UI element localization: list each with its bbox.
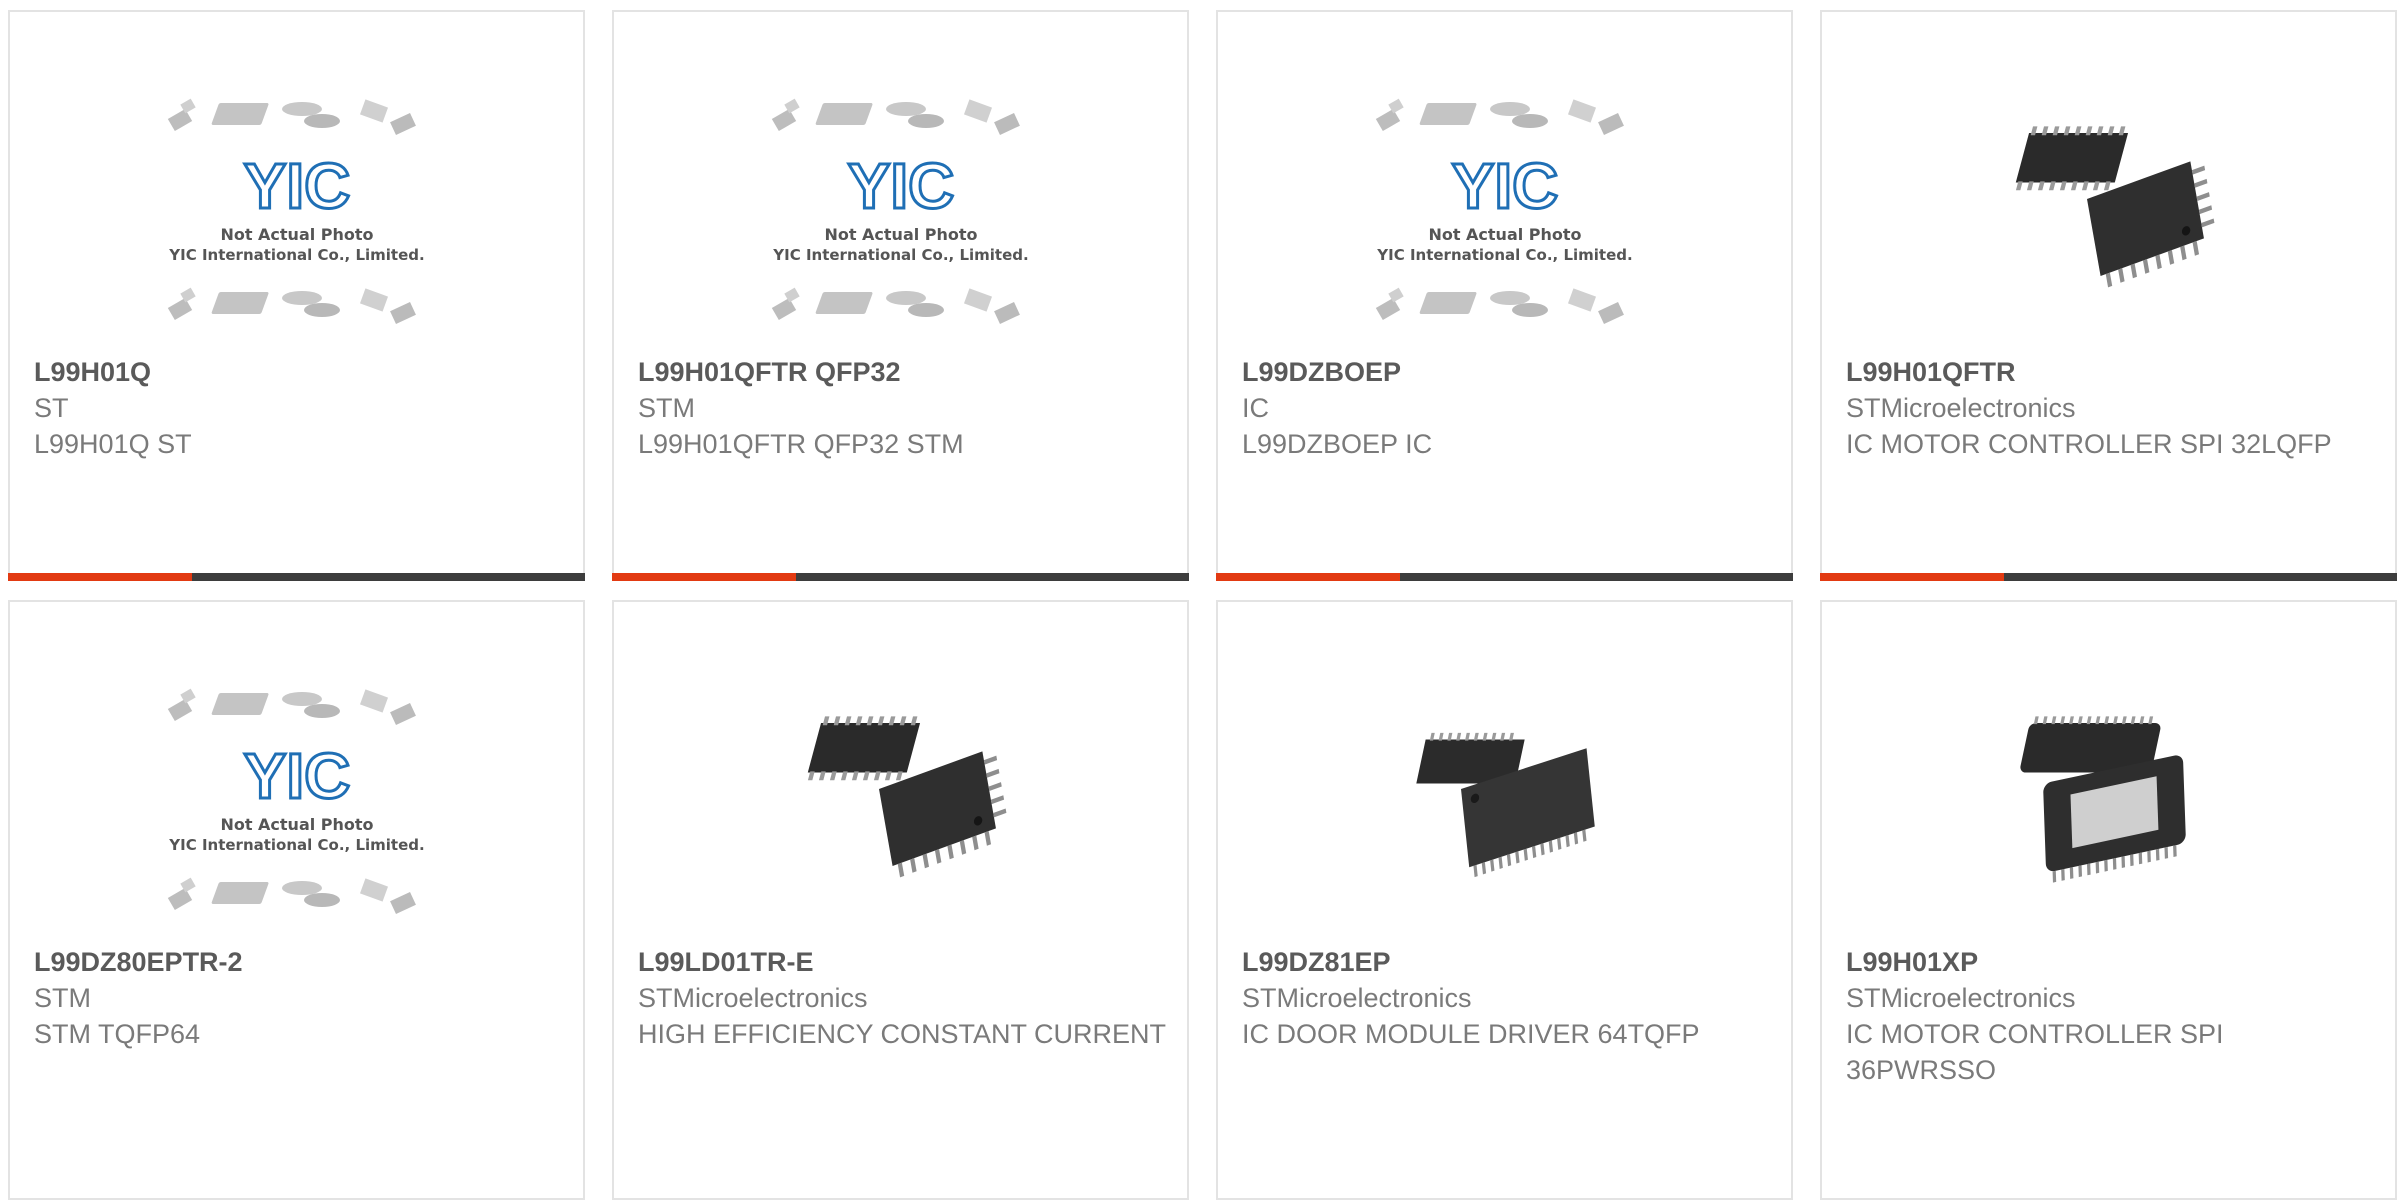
- placeholder-image: YIC Not Actual Photo YIC International C…: [771, 98, 1028, 324]
- yic-logo-icon: YIC: [243, 740, 350, 812]
- yic-logo-icon: YIC: [243, 150, 350, 222]
- card-bottom-bar: [1820, 573, 2397, 581]
- manufacturer: STMicroelectronics: [638, 983, 868, 1013]
- placeholder-image: YIC Not Actual Photo YIC International C…: [167, 98, 424, 324]
- part-number[interactable]: L99H01XP: [1846, 944, 2375, 980]
- qfp32-chip-image: [791, 690, 1011, 910]
- part-number[interactable]: L99H01QFTR QFP32: [638, 354, 1167, 390]
- card-bottom-bar: [1216, 573, 1793, 581]
- manufacturer: STMicroelectronics: [1846, 983, 2076, 1013]
- product-card[interactable]: YIC Not Actual Photo YIC International C…: [8, 600, 585, 1200]
- product-image[interactable]: YIC Not Actual Photo YIC International C…: [1218, 74, 1791, 346]
- part-number[interactable]: L99H01QFTR: [1846, 354, 2375, 390]
- product-card[interactable]: L99H01XP STMicroelectronics IC MOTOR CON…: [1820, 600, 2397, 1200]
- product-card[interactable]: L99DZ81EP STMicroelectronics IC DOOR MOD…: [1216, 600, 1793, 1200]
- manufacturer: STMicroelectronics: [1846, 393, 2076, 423]
- svg-text:Not Actual Photo: Not Actual Photo: [220, 815, 373, 834]
- description: L99H01QFTR QFP32 STM: [638, 429, 964, 459]
- product-image[interactable]: YIC Not Actual Photo YIC International C…: [10, 664, 583, 936]
- description: L99DZBOEP IC: [1242, 429, 1433, 459]
- product-card[interactable]: L99LD01TR-E STMicroelectronics HIGH EFFI…: [612, 600, 1189, 1200]
- manufacturer: STM: [34, 983, 91, 1013]
- product-card[interactable]: YIC Not Actual Photo YIC International C…: [612, 10, 1189, 581]
- tqfp64-chip-image: [1395, 690, 1615, 910]
- placeholder-image: YIC Not Actual Photo YIC International C…: [1375, 98, 1632, 324]
- card-bottom-bar: [612, 573, 1189, 581]
- manufacturer: STM: [638, 393, 695, 423]
- product-image[interactable]: [1218, 664, 1791, 936]
- svg-text:Not Actual Photo: Not Actual Photo: [824, 225, 977, 244]
- part-number[interactable]: L99H01Q: [34, 354, 563, 390]
- part-number[interactable]: L99LD01TR-E: [638, 944, 1167, 980]
- svg-text:YIC International Co., Limited: YIC International Co., Limited.: [168, 836, 424, 854]
- description: L99H01Q ST: [34, 429, 192, 459]
- svg-text:YIC International Co., Limited: YIC International Co., Limited.: [168, 246, 424, 264]
- manufacturer: ST: [34, 393, 69, 423]
- manufacturer: IC: [1242, 393, 1269, 423]
- svg-text:YIC International Co., Limited: YIC International Co., Limited.: [772, 246, 1028, 264]
- product-image[interactable]: [1822, 664, 2395, 936]
- description: IC MOTOR CONTROLLER SPI 32LQFP: [1846, 429, 2332, 459]
- part-number[interactable]: L99DZ80EPTR-2: [34, 944, 563, 980]
- qfp32-chip-image: [1999, 100, 2219, 320]
- part-number[interactable]: L99DZ81EP: [1242, 944, 1771, 980]
- description: IC DOOR MODULE DRIVER 64TQFP: [1242, 1019, 1700, 1049]
- manufacturer: STMicroelectronics: [1242, 983, 1472, 1013]
- card-bottom-bar: [8, 573, 585, 581]
- description: IC MOTOR CONTROLLER SPI 36PWRSSO: [1846, 1019, 2224, 1085]
- product-card[interactable]: YIC Not Actual Photo YIC International C…: [1216, 10, 1793, 581]
- yic-logo-icon: YIC: [1451, 150, 1558, 222]
- part-number[interactable]: L99DZBOEP: [1242, 354, 1771, 390]
- product-image[interactable]: YIC Not Actual Photo YIC International C…: [10, 74, 583, 346]
- product-card[interactable]: L99H01QFTR STMicroelectronics IC MOTOR C…: [1820, 10, 2397, 581]
- yic-logo-icon: YIC: [847, 150, 954, 222]
- description: HIGH EFFICIENCY CONSTANT CURRENT: [638, 1019, 1167, 1049]
- product-card[interactable]: YIC Not Actual Photo YIC International C…: [8, 10, 585, 581]
- pwrsso-chip-image: [1999, 690, 2219, 910]
- product-image[interactable]: [614, 664, 1187, 936]
- svg-text:YIC International Co., Limited: YIC International Co., Limited.: [1376, 246, 1632, 264]
- product-image[interactable]: YIC Not Actual Photo YIC International C…: [614, 74, 1187, 346]
- placeholder-image: YIC Not Actual Photo YIC International C…: [167, 688, 424, 914]
- product-image[interactable]: [1822, 74, 2395, 346]
- svg-text:Not Actual Photo: Not Actual Photo: [1428, 225, 1581, 244]
- description: STM TQFP64: [34, 1019, 201, 1049]
- svg-text:Not Actual Photo: Not Actual Photo: [220, 225, 373, 244]
